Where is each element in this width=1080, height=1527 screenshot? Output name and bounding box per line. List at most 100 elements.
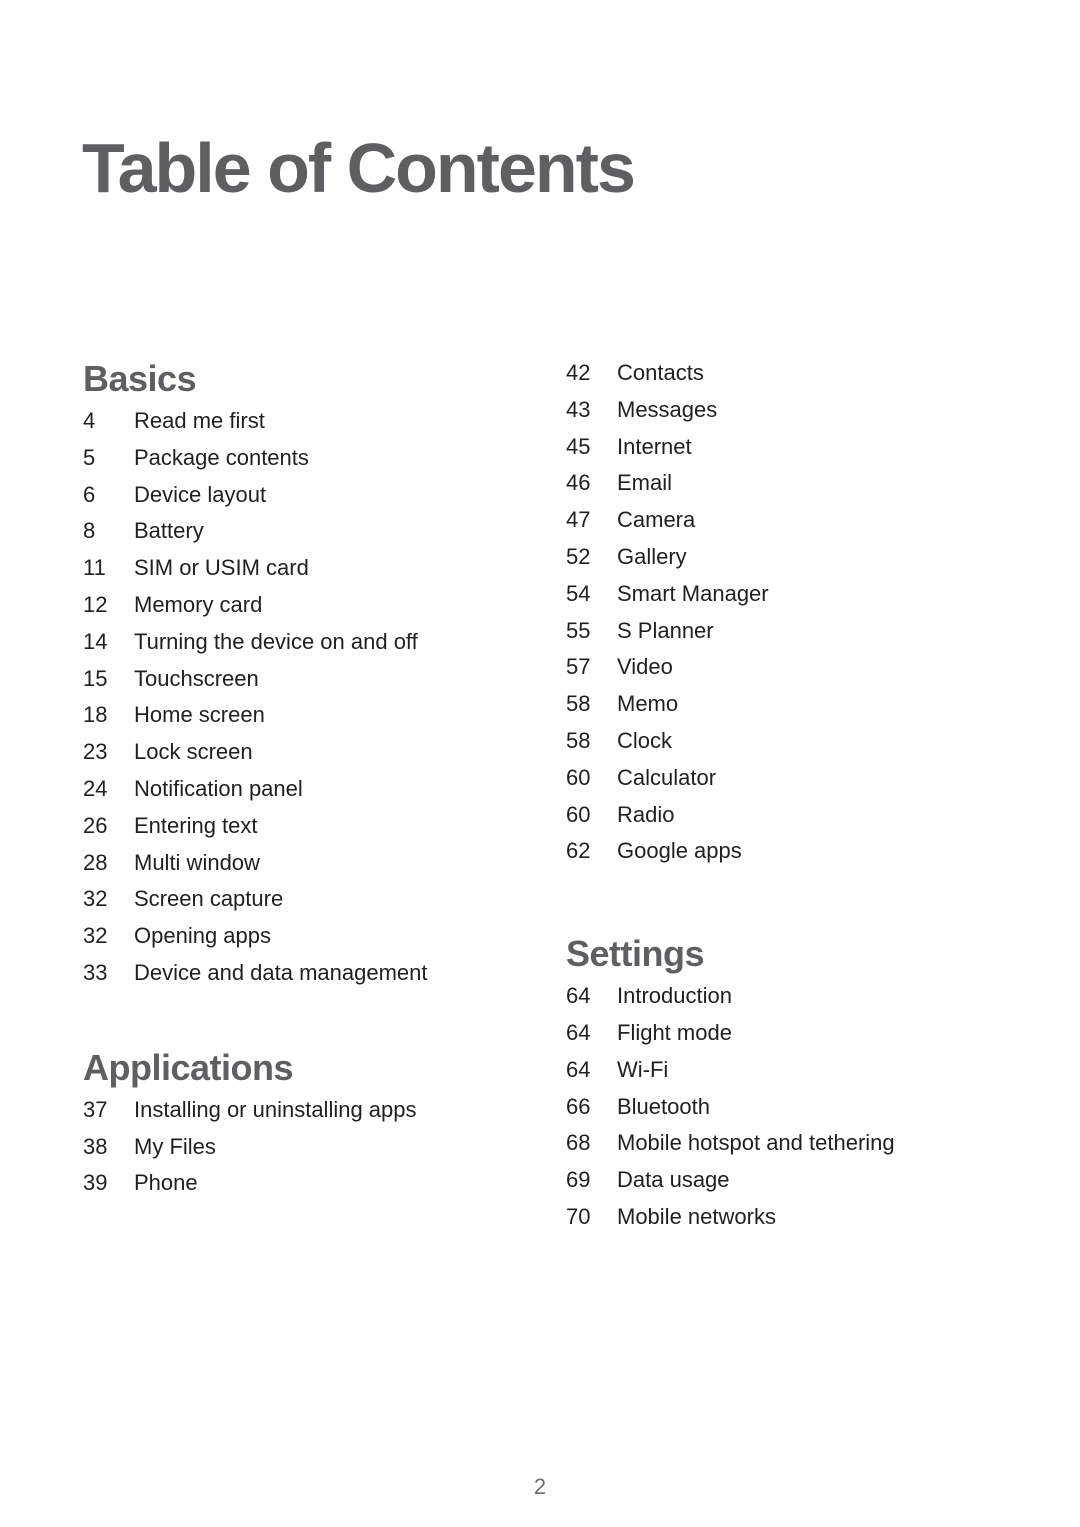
toc-entry-label: Screen capture (134, 886, 284, 912)
section-settings: Settings 64 Introduction 64 Flight mode 64 Wi… (566, 930, 1006, 1236)
toc-entry-page-number: 68 (566, 1130, 591, 1156)
toc-entry[interactable]: 32 Opening apps (83, 918, 523, 955)
toc-entry[interactable]: 55 S Planner (566, 613, 1006, 650)
toc-entry[interactable]: 68 Mobile hotspot and tethering (566, 1125, 1006, 1162)
toc-entry[interactable]: 39 Phone (83, 1165, 523, 1202)
toc-entry-label: SIM or USIM card (134, 555, 309, 581)
toc-entry[interactable]: 58 Memo (566, 686, 1006, 723)
toc-entry-page-number: 4 (83, 408, 96, 433)
toc-entry-label: Gallery (617, 543, 687, 569)
toc-entry-label: Messages (617, 396, 718, 422)
section-title-applications: Applications (83, 1046, 294, 1088)
section-basics: Basics 4 Read me first 5 Package contents 6 D… (83, 355, 523, 992)
section-title-settings: Settings (566, 933, 705, 975)
toc-entry-label: Device layout (134, 481, 267, 507)
toc-entry-label: Package contents (134, 444, 309, 470)
toc-entry-label: Turning the device on and off (134, 628, 418, 654)
toc-entry[interactable]: 33 Device and data management (83, 955, 523, 992)
toc-entry[interactable]: 12 Memory card (83, 587, 523, 624)
toc-list-applications: 37 Installing or uninstalling apps 38 My Fi… (83, 1092, 523, 1202)
toc-entry[interactable]: 45 Internet (566, 429, 1006, 466)
toc-entry-label: Smart Manager (617, 580, 769, 606)
toc-entry[interactable]: 8 Battery (83, 513, 523, 550)
toc-entry-label: Introduction (617, 983, 732, 1009)
toc-entry-label: Clock (617, 727, 673, 753)
toc-entry-label: Notification panel (134, 775, 303, 801)
toc-entry-page-number: 6 (83, 481, 96, 507)
toc-right-column: 42 Contacts 43 Messages 45 Internet 46 Email 47 C… (566, 355, 1006, 1236)
toc-entry-label: Memo (617, 691, 679, 717)
toc-entry[interactable]: 46 Email (566, 465, 1006, 502)
toc-entry-label: Email (617, 470, 673, 496)
toc-entry-page-number: 28 (83, 849, 108, 875)
toc-entry-page-number: 42 (566, 360, 591, 385)
toc-entry-page-number: 57 (566, 654, 591, 680)
toc-entry-page-number: 5 (83, 444, 96, 470)
toc-entry[interactable]: 64 Introduction (566, 978, 1006, 1015)
toc-entry[interactable]: 5 Package contents (83, 440, 523, 477)
toc-entry-page-number: 37 (83, 1096, 108, 1122)
page-title: Table of Contents (82, 129, 636, 207)
toc-entry[interactable]: 52 Gallery (566, 539, 1006, 576)
toc-entry[interactable]: 70 Mobile networks (566, 1199, 1006, 1236)
toc-entry[interactable]: 24 Notification panel (83, 771, 523, 808)
toc-entry[interactable]: 42 Contacts (566, 355, 1006, 392)
toc-entry[interactable]: 28 Multi window (83, 845, 523, 882)
toc-entry-page-number: 32 (83, 923, 108, 949)
toc-entry-page-number: 26 (83, 812, 108, 838)
toc-entry[interactable]: 32 Screen capture (83, 881, 523, 918)
toc-entry-label: Memory card (134, 591, 263, 617)
toc-entry[interactable]: 18 Home screen (83, 697, 523, 734)
toc-entry-page-number: 69 (566, 1167, 591, 1193)
toc-entry-label: Internet (617, 433, 692, 459)
toc-entry-label: Contacts (617, 360, 704, 385)
toc-entry[interactable]: 64 Flight mode (566, 1015, 1006, 1052)
toc-entry[interactable]: 60 Calculator (566, 760, 1006, 797)
toc-list-basics: 4 Read me first 5 Package contents 6 Device l… (83, 403, 523, 992)
toc-entry[interactable]: 15 Touchscreen (83, 661, 523, 698)
toc-entry-page-number: 54 (566, 580, 591, 606)
toc-entry-page-number: 60 (566, 764, 591, 790)
toc-entry[interactable]: 57 Video (566, 649, 1006, 686)
toc-entry-page-number: 66 (566, 1093, 591, 1119)
toc-entry[interactable]: 38 My Files (83, 1129, 523, 1166)
toc-entry-label: Camera (617, 507, 696, 533)
toc-entry[interactable]: 14 Turning the device on and off (83, 624, 523, 661)
toc-entry-page-number: 39 (83, 1170, 108, 1196)
toc-entry[interactable]: 43 Messages (566, 392, 1006, 429)
toc-entry-page-number: 47 (566, 507, 591, 533)
toc-entry-label: Entering text (134, 812, 258, 838)
toc-entry-page-number: 12 (83, 591, 108, 617)
toc-entry-page-number: 64 (566, 983, 591, 1009)
toc-entry[interactable]: 47 Camera (566, 502, 1006, 539)
toc-entry-page-number: 52 (566, 543, 591, 569)
toc-entry[interactable]: 66 Bluetooth (566, 1089, 1006, 1126)
toc-entry[interactable]: 26 Entering text (83, 808, 523, 845)
toc-entry-label: Read me first (134, 408, 265, 433)
toc-entry[interactable]: 6 Device layout (83, 477, 523, 514)
toc-entry[interactable]: 54 Smart Manager (566, 576, 1006, 613)
toc-entry-label: Data usage (617, 1167, 730, 1193)
toc-entry[interactable]: 23 Lock screen (83, 734, 523, 771)
toc-entry-page-number: 45 (566, 433, 591, 459)
toc-entry-label: My Files (134, 1133, 216, 1159)
toc-entry[interactable]: 60 Radio (566, 797, 1006, 834)
toc-entry[interactable]: 69 Data usage (566, 1162, 1006, 1199)
toc-entry-label: Calculator (617, 764, 717, 790)
toc-entry-page-number: 8 (83, 518, 96, 544)
toc-entry[interactable]: 4 Read me first (83, 403, 523, 440)
toc-entry[interactable]: 11 SIM or USIM card (83, 550, 523, 587)
toc-entry-label: Wi-Fi (617, 1056, 669, 1082)
toc-entry-label: Home screen (134, 702, 265, 728)
toc-entry[interactable]: 58 Clock (566, 723, 1006, 760)
toc-entry-page-number: 46 (566, 470, 591, 496)
toc-entry[interactable]: 64 Wi-Fi (566, 1052, 1006, 1089)
toc-entry[interactable]: 37 Installing or uninstalling apps (83, 1092, 523, 1129)
toc-entry-page-number: 70 (566, 1203, 591, 1229)
toc-entry-label: Bluetooth (617, 1093, 710, 1119)
toc-entry[interactable]: 62 Google apps (566, 833, 1006, 870)
toc-entry-label: Battery (134, 518, 204, 544)
toc-entry-page-number: 15 (83, 665, 108, 691)
toc-entry-page-number: 58 (566, 691, 591, 717)
toc-entry-label: Installing or uninstalling apps (134, 1096, 417, 1122)
